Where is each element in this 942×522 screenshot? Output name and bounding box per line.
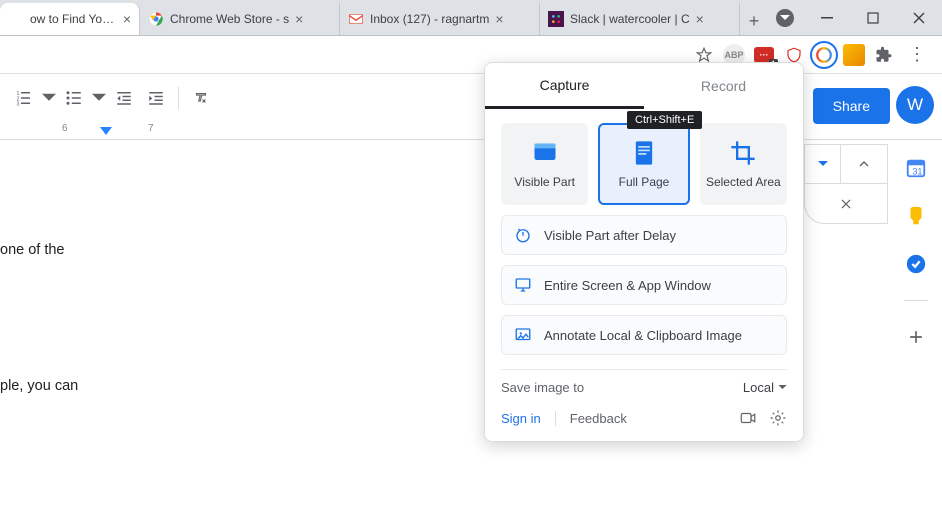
capture-visible-delay[interactable]: Visible Part after Delay	[501, 215, 787, 255]
document-text: ple, you can	[0, 378, 210, 394]
chevron-down-icon	[778, 385, 787, 390]
close-icon[interactable]: ×	[295, 11, 303, 27]
browser-tabstrip: ow to Find Your Curre × Chrome Web Store…	[0, 0, 942, 36]
numbered-list-button[interactable]: 123	[10, 84, 38, 112]
capture-entire-screen[interactable]: Entire Screen & App Window	[501, 265, 787, 305]
extension-nimbus-icon[interactable]	[812, 43, 836, 67]
ruler-mark: 7	[148, 123, 154, 134]
share-button[interactable]: Share	[813, 88, 890, 124]
clear-formatting-button[interactable]	[187, 84, 215, 112]
video-icon[interactable]	[739, 409, 757, 427]
decrease-indent-button[interactable]	[110, 84, 138, 112]
tab-title: Chrome Web Store - s	[170, 12, 289, 26]
minimize-button[interactable]	[804, 3, 850, 33]
tab-record[interactable]: Record	[644, 63, 803, 109]
browser-tab[interactable]: Inbox (127) - ragnartm ×	[340, 3, 540, 35]
capture-selected-area[interactable]: Selected Area	[700, 123, 787, 205]
document-body[interactable]: one of the ple, you can	[0, 142, 210, 522]
gmail-icon	[348, 11, 364, 27]
browser-window-icon	[531, 139, 559, 167]
window-controls	[776, 1, 942, 35]
crop-icon	[729, 139, 757, 167]
indent-marker-icon[interactable]	[100, 127, 112, 135]
svg-text:31: 31	[912, 166, 922, 176]
tasks-icon[interactable]	[904, 252, 928, 276]
sign-in-link[interactable]: Sign in	[501, 411, 541, 426]
capture-visible-part[interactable]: Visible Part	[501, 123, 588, 205]
side-panel-divider	[904, 300, 928, 301]
close-icon[interactable]: ×	[696, 11, 704, 27]
close-icon[interactable]: ×	[495, 11, 503, 27]
tab-capture[interactable]: Capture	[485, 63, 644, 109]
extension-popup: Capture Record Ctrl+Shift+E Visible Part…	[484, 62, 804, 442]
globe-icon	[8, 11, 24, 27]
chevron-down-icon[interactable]	[42, 84, 56, 112]
ruler-mark: 6	[62, 123, 68, 134]
chrome-icon	[148, 11, 164, 27]
settings-icon[interactable]	[769, 409, 787, 427]
editing-mode-dropdown[interactable]	[804, 144, 840, 184]
browser-tab[interactable]: Chrome Web Store - s ×	[140, 3, 340, 35]
document-text: one of the	[0, 242, 210, 258]
new-tab-button[interactable]: +	[740, 7, 768, 35]
extension-other-icon[interactable]	[842, 43, 866, 67]
page-icon	[630, 139, 658, 167]
keep-icon[interactable]	[904, 204, 928, 228]
timer-icon	[514, 226, 532, 244]
browser-tab[interactable]: Slack | watercooler | C ×	[540, 3, 740, 35]
add-addon-button[interactable]	[904, 325, 928, 349]
save-destination-select[interactable]: Local	[743, 380, 787, 395]
browser-tab[interactable]: ow to Find Your Curre ×	[0, 3, 140, 35]
increase-indent-button[interactable]	[142, 84, 170, 112]
image-icon	[514, 326, 532, 344]
save-image-label: Save image to	[501, 380, 584, 395]
calendar-icon[interactable]: 31	[904, 156, 928, 180]
hide-menus-button[interactable]	[840, 144, 888, 184]
account-avatar[interactable]: W	[896, 86, 934, 124]
bulleted-list-button[interactable]	[60, 84, 88, 112]
close-side-panel-button[interactable]	[804, 184, 888, 224]
shortcut-tooltip: Ctrl+Shift+E	[627, 111, 702, 129]
close-icon[interactable]: ×	[123, 11, 131, 27]
slack-icon	[548, 11, 564, 27]
svg-text:3: 3	[17, 102, 20, 108]
capture-full-page[interactable]: Full Page	[598, 123, 689, 205]
close-window-button[interactable]	[896, 3, 942, 33]
chrome-menu-button[interactable]: ⋮	[902, 44, 932, 65]
tab-search-icon[interactable]	[776, 9, 794, 27]
feedback-link[interactable]: Feedback	[555, 411, 627, 426]
tab-title: ow to Find Your Curre	[30, 12, 117, 26]
monitor-icon	[514, 276, 532, 294]
popup-divider	[501, 369, 787, 370]
popup-tabs: Capture Record	[485, 63, 803, 109]
tab-title: Inbox (127) - ragnartm	[370, 12, 489, 26]
tab-title: Slack | watercooler | C	[570, 12, 690, 26]
extensions-puzzle-icon[interactable]	[872, 43, 896, 67]
side-panel: 31	[890, 130, 942, 349]
chevron-down-icon[interactable]	[92, 84, 106, 112]
annotate-local-image[interactable]: Annotate Local & Clipboard Image	[501, 315, 787, 355]
maximize-button[interactable]	[850, 3, 896, 33]
toolbar-divider	[178, 87, 179, 109]
